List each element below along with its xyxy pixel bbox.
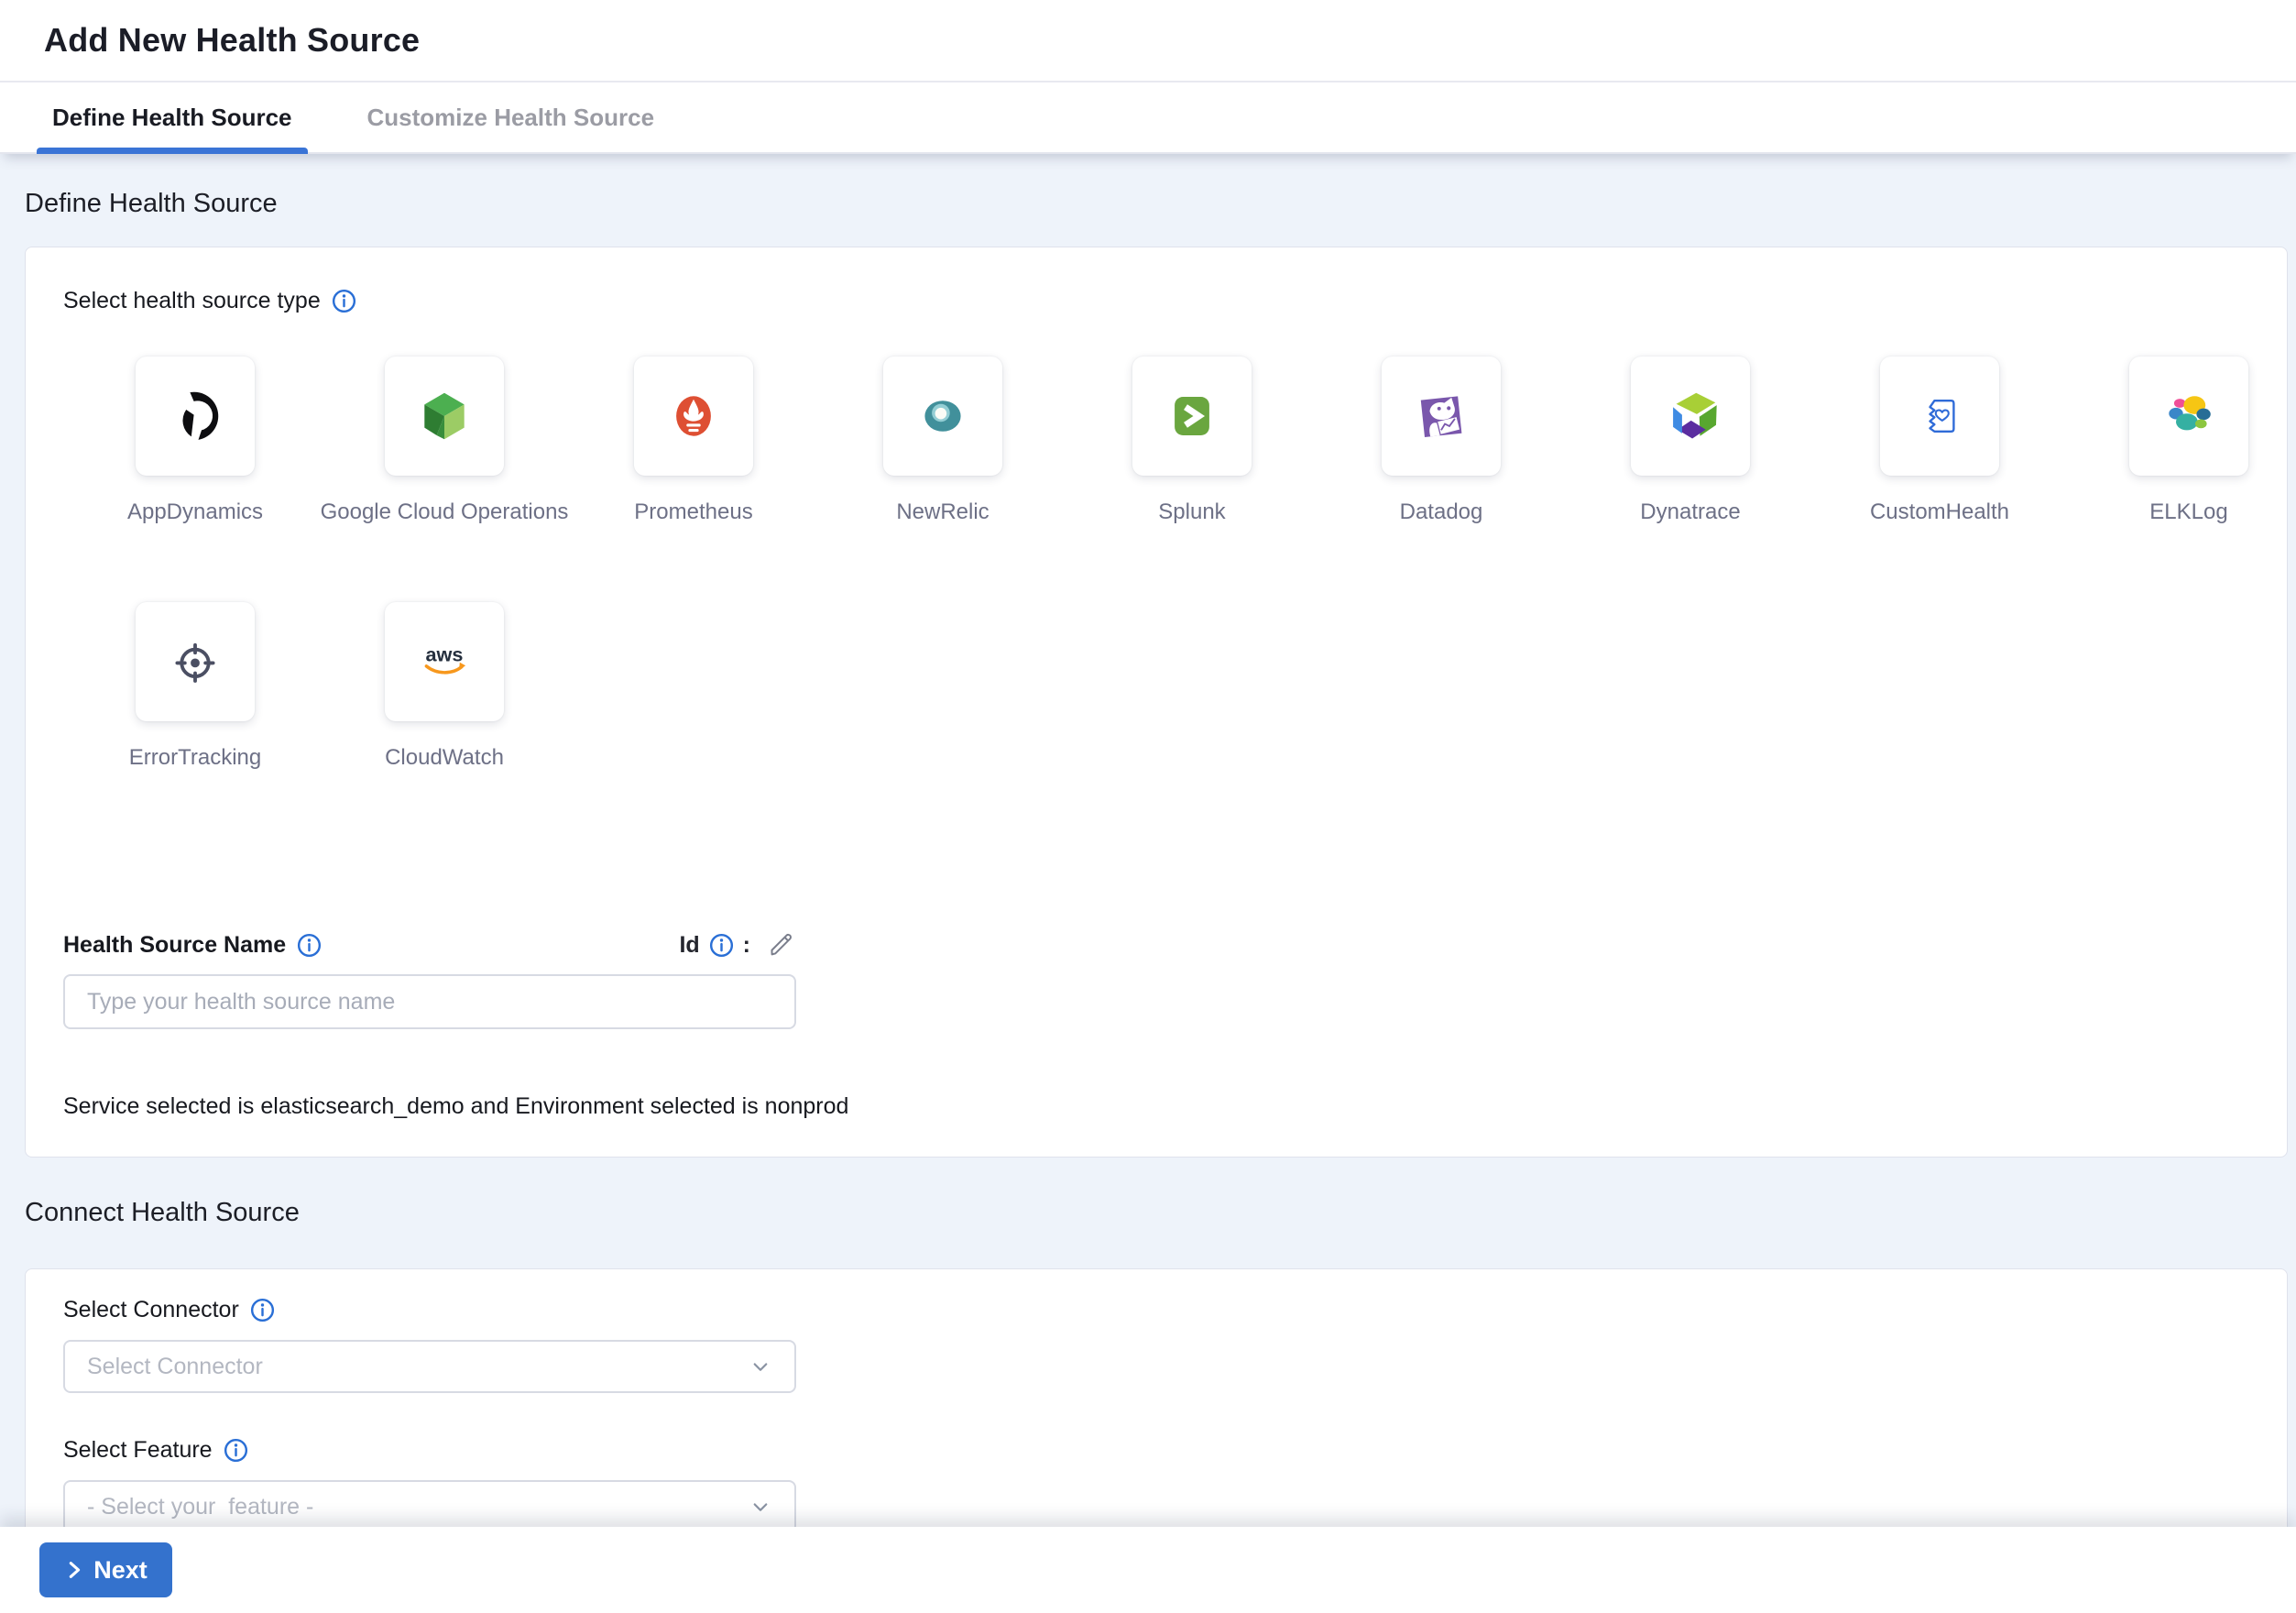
health-source-tile: aws — [385, 602, 504, 721]
select-type-label: Select health source type — [63, 288, 321, 314]
health-source-gco[interactable]: Google Cloud Operations — [320, 357, 569, 525]
header: Add New Health Source — [0, 0, 2296, 82]
next-button[interactable]: Next — [39, 1542, 172, 1597]
id-row: Id : — [679, 930, 796, 960]
select-type-label-row: Select health source type — [63, 288, 2249, 314]
errortracking-icon — [163, 630, 227, 694]
info-icon[interactable] — [332, 289, 356, 313]
health-source-label: AppDynamics — [127, 499, 263, 525]
health-source-name-label-row: Health Source Name — [63, 932, 322, 959]
define-section-heading: Define Health Source — [0, 154, 2296, 219]
service-environment-note: Service selected is elasticsearch_demo a… — [63, 1093, 2249, 1120]
feature-select-placeholder: - Select your feature - — [87, 1494, 313, 1520]
health-source-name-label: Health Source Name — [63, 932, 286, 959]
tab-define-label: Define Health Source — [52, 104, 292, 132]
health-source-label: CustomHealth — [1870, 499, 2009, 525]
prometheus-icon — [661, 384, 726, 448]
id-label: Id — [679, 932, 699, 959]
health-source-cloudwatch[interactable]: aws CloudWatch — [320, 602, 569, 771]
health-source-tile — [1880, 357, 1999, 476]
next-button-label: Next — [93, 1556, 148, 1585]
select-connector-label: Select Connector — [63, 1297, 239, 1323]
health-source-tile — [136, 357, 255, 476]
health-source-newrelic[interactable]: NewRelic — [818, 357, 1067, 525]
appdynamics-icon — [163, 384, 227, 448]
page-title: Add New Health Source — [44, 21, 420, 60]
select-feature-label: Select Feature — [63, 1437, 213, 1464]
splunk-icon — [1160, 384, 1224, 448]
health-source-label: Dynatrace — [1640, 499, 1740, 525]
health-source-tile — [2129, 357, 2248, 476]
health-source-tile — [1631, 357, 1750, 476]
dynatrace-icon — [1658, 384, 1722, 448]
health-source-tile — [136, 602, 255, 721]
health-source-label: Google Cloud Operations — [321, 499, 569, 525]
health-source-elklog[interactable]: ELKLog — [2064, 357, 2296, 525]
footer: Next — [0, 1527, 2296, 1613]
chevron-down-icon — [747, 1493, 774, 1520]
health-source-tile — [1132, 357, 1252, 476]
connector-select-placeholder: Select Connector — [87, 1354, 263, 1380]
info-icon[interactable] — [250, 1298, 275, 1322]
health-source-label: ErrorTracking — [129, 745, 261, 771]
tab-customize-health-source[interactable]: Customize Health Source — [352, 82, 671, 152]
name-id-row: Health Source Name Id : — [63, 930, 796, 960]
health-source-tile — [1382, 357, 1501, 476]
connect-section-heading: Connect Health Source — [0, 1158, 2296, 1228]
tab-bar: Define Health Source Customize Health So… — [0, 82, 2296, 154]
health-source-label: CloudWatch — [385, 745, 504, 771]
health-source-splunk[interactable]: Splunk — [1067, 357, 1317, 525]
connector-select[interactable]: Select Connector — [63, 1340, 796, 1393]
select-feature-label-row: Select Feature — [63, 1437, 2249, 1464]
content-area: Define Health Source Select health sourc… — [0, 154, 2296, 1613]
define-health-source-card: Select health source type AppDynamics Go… — [25, 247, 2288, 1158]
id-separator: : — [743, 932, 750, 959]
info-icon[interactable] — [709, 933, 734, 958]
health-source-label: Datadog — [1400, 499, 1483, 525]
health-source-type-grid: AppDynamics Google Cloud Operations Prom… — [71, 357, 2296, 848]
svg-text:aws: aws — [426, 642, 464, 665]
health-source-tile — [634, 357, 753, 476]
health-source-tile — [385, 357, 504, 476]
edit-id-pencil-icon[interactable] — [767, 930, 796, 960]
health-source-datadog[interactable]: Datadog — [1317, 357, 1566, 525]
customhealth-icon — [1908, 384, 1972, 448]
health-source-tile — [883, 357, 1002, 476]
gco-icon — [412, 384, 476, 448]
health-source-label: ELKLog — [2149, 499, 2227, 525]
elklog-icon — [2157, 384, 2221, 448]
feature-select[interactable]: - Select your feature - — [63, 1480, 796, 1533]
chevron-right-icon — [64, 1560, 84, 1580]
health-source-appdynamics[interactable]: AppDynamics — [71, 357, 320, 525]
chevron-down-icon — [747, 1353, 774, 1380]
health-source-customhealth[interactable]: CustomHealth — [1815, 357, 2064, 525]
health-source-name-input[interactable] — [63, 974, 796, 1029]
tab-customize-label: Customize Health Source — [367, 104, 655, 132]
health-source-label: NewRelic — [896, 499, 989, 525]
health-source-label: Splunk — [1158, 499, 1225, 525]
select-connector-label-row: Select Connector — [63, 1297, 2249, 1323]
health-source-label: Prometheus — [634, 499, 752, 525]
health-source-prometheus[interactable]: Prometheus — [569, 357, 818, 525]
add-health-source-page: Add New Health Source Define Health Sour… — [0, 0, 2296, 1613]
datadog-icon — [1409, 384, 1473, 448]
info-icon[interactable] — [297, 933, 322, 958]
cloudwatch-icon: aws — [412, 630, 476, 694]
health-source-errortracking[interactable]: ErrorTracking — [71, 602, 320, 771]
tab-define-health-source[interactable]: Define Health Source — [37, 82, 308, 152]
health-source-dynatrace[interactable]: Dynatrace — [1566, 357, 1815, 525]
info-icon[interactable] — [224, 1438, 248, 1463]
newrelic-icon — [911, 384, 975, 448]
